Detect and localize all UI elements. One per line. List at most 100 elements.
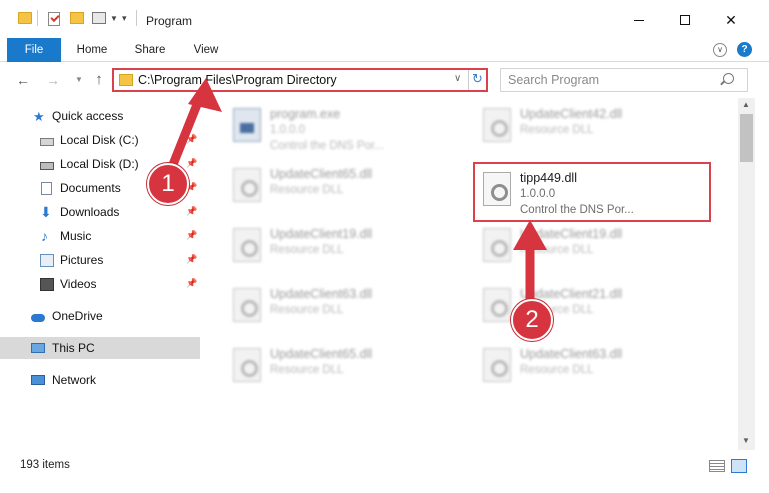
pin-icon[interactable]: 📌 — [186, 206, 197, 217]
back-arrow-icon[interactable]: ← — [14, 71, 32, 89]
disk-icon — [40, 137, 54, 146]
recent-locations-icon[interactable]: ▼ — [70, 71, 88, 89]
details-view-icon[interactable] — [709, 460, 725, 472]
videos-icon — [40, 277, 54, 291]
file-name: UpdateClient63.dll — [270, 287, 373, 301]
file-name: UpdateClient63.dll — [520, 347, 623, 361]
dll-file-icon — [233, 288, 261, 322]
pictures-icon — [40, 253, 54, 267]
file-list: program.exe 1.0.0.0 Control the DNS Por.… — [205, 98, 738, 450]
file-item-selected[interactable]: tipp449.dll 1.0.0.0 Control the DNS Por.… — [475, 164, 715, 220]
file-type: Resource DLL — [270, 364, 344, 376]
title-divider — [136, 10, 137, 26]
star-icon: ★ — [33, 108, 45, 124]
window-title: Program — [146, 14, 193, 28]
sidebar-item-quick-access[interactable]: ★ Quick access — [0, 105, 200, 127]
sidebar-item-label: Quick access — [52, 109, 124, 123]
disk-icon — [40, 161, 54, 170]
scroll-down-icon[interactable]: ▼ — [742, 436, 750, 445]
pin-icon[interactable]: 📌 — [186, 254, 197, 265]
sidebar-item-label: Pictures — [60, 253, 104, 267]
refresh-icon[interactable]: ↻ — [472, 71, 483, 87]
maximize-button[interactable] — [662, 6, 708, 34]
file-description: Control the DNS Por... — [520, 204, 634, 216]
chevron-down-icon[interactable]: ∨ — [454, 73, 461, 84]
new-folder-icon[interactable] — [70, 12, 84, 24]
file-name: tipp449.dll — [520, 171, 577, 185]
music-icon: ♪ — [41, 227, 48, 244]
file-item[interactable]: UpdateClient65.dll Resource DLL — [225, 340, 465, 396]
file-item[interactable]: UpdateClient65.dll Resource DLL — [225, 160, 465, 216]
file-type: Resource DLL — [520, 244, 594, 256]
computer-icon — [31, 343, 45, 353]
dll-file-icon — [483, 288, 511, 322]
folder-icon[interactable] — [18, 12, 32, 24]
sidebar-item-pictures[interactable]: Pictures 📌 — [0, 249, 200, 271]
chevron-down-icon[interactable]: ▼ — [110, 14, 118, 23]
pin-icon[interactable]: 📌 — [186, 230, 197, 241]
expand-ribbon-icon[interactable]: ∨ — [713, 43, 727, 57]
file-name: UpdateClient42.dll — [520, 107, 623, 121]
pin-icon[interactable]: 📌 — [186, 134, 197, 145]
search-icon[interactable] — [723, 73, 734, 84]
address-bar[interactable]: C:\Program Files\Program Directory ∨ ↻ — [112, 68, 488, 92]
file-item[interactable]: UpdateClient19.dll Resource DLL — [225, 220, 465, 276]
minimize-button[interactable] — [616, 6, 662, 34]
navigation-bar: ← → ▼ ↑ C:\Program Files\Program Directo… — [0, 62, 769, 98]
step-2-badge: 2 — [511, 299, 553, 341]
sidebar-item-this-pc[interactable]: This PC — [0, 337, 200, 359]
file-name: UpdateClient65.dll — [270, 347, 373, 361]
network-icon — [31, 375, 45, 385]
view-options-icon[interactable] — [92, 12, 106, 24]
sidebar-item-local-disk-c[interactable]: Local Disk (C:) 📌 — [0, 129, 200, 151]
dll-file-icon — [233, 228, 261, 262]
file-item[interactable]: UpdateClient42.dll Resource DLL — [475, 100, 715, 156]
sidebar-item-music[interactable]: ♪ Music 📌 — [0, 225, 200, 247]
download-icon: ⬇ — [40, 203, 52, 220]
file-name: UpdateClient65.dll — [270, 167, 373, 181]
file-item[interactable]: program.exe 1.0.0.0 Control the DNS Por.… — [225, 100, 465, 156]
tab-share[interactable]: Share — [126, 38, 174, 62]
sidebar-item-network[interactable]: Network — [0, 369, 200, 391]
tab-home[interactable]: Home — [68, 38, 116, 62]
scroll-thumb[interactable] — [740, 114, 753, 162]
scroll-up-icon[interactable]: ▲ — [742, 100, 750, 109]
up-arrow-icon[interactable]: ↑ — [90, 71, 108, 89]
search-input[interactable] — [501, 69, 721, 91]
file-version: 1.0.0.0 — [520, 188, 556, 200]
pin-icon[interactable]: 📌 — [186, 158, 197, 169]
dll-file-icon — [483, 172, 511, 206]
help-icon[interactable]: ? — [737, 42, 752, 57]
file-item[interactable]: UpdateClient63.dll Resource DLL — [475, 340, 715, 396]
address-path[interactable]: C:\Program Files\Program Directory — [138, 73, 337, 87]
large-icons-view-icon[interactable] — [731, 459, 747, 473]
sidebar-item-label: OneDrive — [52, 309, 103, 323]
close-button[interactable]: ✕ — [708, 6, 754, 34]
vertical-scrollbar[interactable]: ▲ ▼ — [738, 98, 755, 450]
tab-file[interactable]: File — [7, 38, 61, 62]
step-1-badge: 1 — [147, 163, 189, 205]
file-item[interactable]: UpdateClient21.dll Resource DLL — [475, 280, 715, 336]
search-box[interactable] — [500, 68, 748, 92]
item-count: 193 items — [20, 459, 70, 471]
navigation-pane: ★ Quick access Local Disk (C:) 📌 Local D… — [0, 98, 205, 450]
sidebar-item-label: Videos — [60, 277, 97, 291]
file-type: Resource DLL — [520, 124, 594, 136]
file-item[interactable]: UpdateClient63.dll Resource DLL — [225, 280, 465, 336]
forward-arrow-icon[interactable]: → — [44, 71, 62, 89]
pin-icon[interactable]: 📌 — [186, 278, 197, 289]
properties-check-icon[interactable] — [48, 12, 60, 26]
file-name: UpdateClient19.dll — [520, 227, 623, 241]
file-name: program.exe — [270, 107, 341, 121]
toolbar-divider — [37, 10, 38, 26]
exe-file-icon — [233, 108, 261, 142]
file-item[interactable]: UpdateClient19.dll Resource DLL — [475, 220, 715, 276]
sidebar-item-videos[interactable]: Videos 📌 — [0, 273, 200, 295]
status-bar: 193 items — [0, 450, 769, 493]
customize-toolbar-icon[interactable]: ▾ — [122, 13, 127, 24]
sidebar-item-onedrive[interactable]: OneDrive — [0, 305, 200, 327]
file-type: Resource DLL — [270, 244, 344, 256]
dll-file-icon — [483, 108, 511, 142]
tab-view[interactable]: View — [182, 38, 230, 62]
file-version: 1.0.0.0 — [270, 124, 306, 136]
